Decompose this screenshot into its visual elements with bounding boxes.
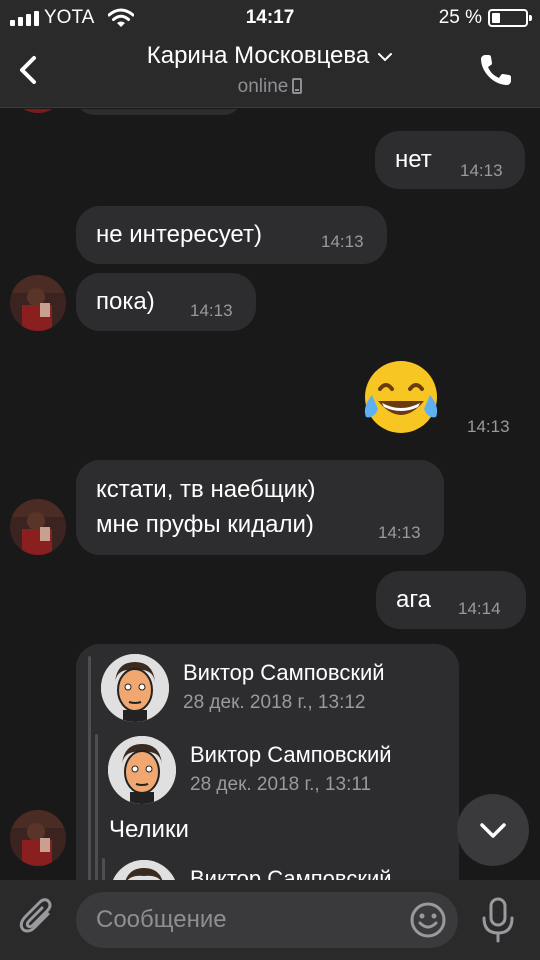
message-time: 14:13	[467, 417, 510, 436]
message-field[interactable]	[76, 892, 458, 948]
incoming-message[interactable]: кстати, тв наебщик) мне пруфы кидали) 14…	[76, 460, 444, 555]
message-time: 14:13	[321, 232, 364, 251]
incoming-message[interactable]: не интересует) 14:13	[76, 206, 387, 264]
call-icon[interactable]	[476, 50, 516, 90]
forwarded-text: Челики	[109, 816, 189, 843]
message-text: пока)	[96, 288, 155, 315]
message-time: 14:13	[378, 523, 421, 542]
online-label: online	[237, 76, 289, 97]
forwarded-date: 28 дек. 2018 г., 13:11	[190, 774, 372, 795]
message-input[interactable]	[96, 900, 396, 940]
battery-percent: 25 %	[438, 7, 482, 28]
forwarded-author-name: Виктор Самповский	[183, 660, 385, 685]
microphone-icon[interactable]	[478, 896, 518, 944]
message-line-2: мне пруфы кидали)	[96, 511, 314, 538]
message-text: не интересует)	[96, 221, 262, 248]
avatar[interactable]	[10, 499, 66, 555]
contact-name: Карина Московцева	[146, 42, 370, 69]
message-line-1: кстати, тв наебщик)	[96, 476, 316, 503]
forwarded-author-avatar[interactable]	[101, 654, 169, 722]
forwarded-author-name: Виктор Самповский	[190, 742, 392, 767]
forwarded-message-bubble[interactable]: Виктор Самповский 28 дек. 2018 г., 13:12…	[76, 644, 459, 880]
outgoing-message[interactable]: нет 14:13	[375, 131, 525, 189]
outgoing-message[interactable]: ага 14:14	[376, 571, 526, 629]
battery-level	[492, 13, 500, 23]
message-list[interactable]: нет 14:13 не интересует) 14:13 пока) 14:…	[0, 109, 540, 880]
paperclip-icon[interactable]	[18, 898, 58, 940]
forwarded-date: 28 дек. 2018 г., 13:12	[183, 692, 366, 713]
emoji-icon[interactable]	[408, 900, 448, 940]
forwarded-author-avatar[interactable]	[108, 736, 176, 804]
laughing-emoji-icon	[364, 361, 438, 433]
outgoing-emoji-message[interactable]: 14:13	[358, 357, 524, 443]
message-time: 14:13	[190, 301, 233, 320]
scroll-to-bottom-button[interactable]	[457, 794, 529, 866]
incoming-message[interactable]: пока) 14:13	[76, 273, 256, 331]
avatar[interactable]	[10, 810, 66, 866]
presence-status: online	[0, 76, 540, 98]
message-bubble-partial	[76, 109, 242, 115]
forward-quote-bar	[88, 656, 91, 880]
forwarded-author-avatar[interactable]	[110, 860, 178, 880]
nested-quote-bar	[102, 858, 105, 880]
chat-header: Карина Московцева online	[0, 36, 540, 108]
battery-icon	[488, 9, 532, 27]
message-text: ага	[396, 586, 431, 613]
nested-quote-bar	[95, 734, 98, 880]
mobile-phone-icon	[292, 78, 303, 94]
message-time: 14:13	[460, 161, 503, 180]
message-text: нет	[395, 146, 432, 173]
chevron-down-icon	[378, 52, 393, 62]
status-bar: YOTA 14:17 25 %	[0, 0, 540, 36]
composer-bar	[0, 880, 540, 960]
message-time: 14:14	[458, 599, 501, 618]
avatar[interactable]	[10, 275, 66, 331]
chevron-down-icon	[480, 823, 506, 838]
chat-title[interactable]: Карина Московцева	[0, 42, 540, 70]
avatar	[10, 109, 66, 113]
forwarded-author-name: Виктор Самповский	[190, 866, 392, 880]
